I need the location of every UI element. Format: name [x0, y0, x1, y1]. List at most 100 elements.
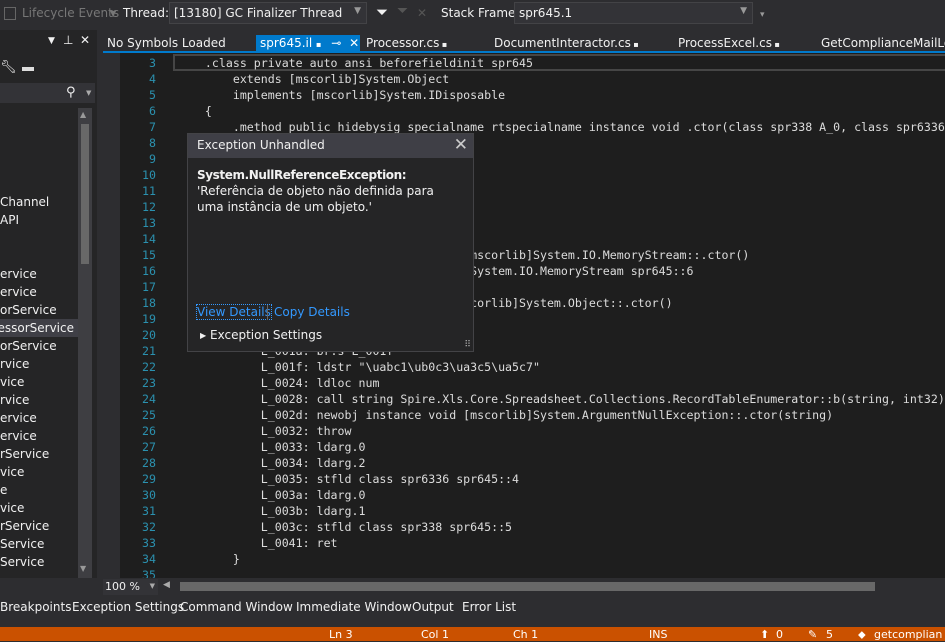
- tree-item[interactable]: orService: [0, 337, 82, 355]
- tree-item[interactable]: vice: [0, 373, 82, 391]
- code-line[interactable]: L_003c: stfld class spr338 spr645::5: [177, 519, 512, 535]
- exception-type: System.NullReferenceException:: [197, 168, 407, 182]
- tree-item[interactable]: Service: [0, 553, 82, 571]
- scroll-left-icon[interactable]: ◀: [163, 580, 170, 590]
- tree-item[interactable]: [0, 229, 82, 247]
- line-number: 34: [142, 552, 156, 566]
- tree-item[interactable]: rService: [0, 517, 82, 535]
- exception-settings-toggle[interactable]: Exception Settings: [210, 328, 322, 342]
- line-number: 12: [142, 200, 156, 214]
- document-tabs: No Symbols Loaded spr645.il ▪ ⊸ ✕ Proces…: [103, 35, 945, 53]
- tab-processexcel-cs[interactable]: ProcessExcel.cs ▪: [674, 35, 780, 52]
- line-number: 6: [149, 104, 156, 118]
- status-bar: Ln 3 Col 1 Ch 1 INS ⬆ 0 ✎ 5 ⬥ getcomplia…: [0, 627, 945, 641]
- wrench-icon[interactable]: 🔧︎: [0, 60, 17, 75]
- tool-tab[interactable]: Breakpoints: [0, 600, 71, 614]
- search-options-icon[interactable]: ▼: [86, 89, 91, 97]
- pin-tab-icon[interactable]: ⊸: [331, 36, 341, 50]
- code-line[interactable]: L_0024: ldloc num: [177, 375, 380, 391]
- code-line[interactable]: L_002d: newobj instance void [mscorlib]S…: [177, 407, 833, 423]
- filter-icon[interactable]: ⏷: [376, 3, 388, 21]
- pin-icon[interactable]: ⊥: [63, 33, 73, 47]
- line-number: 33: [142, 536, 156, 550]
- tab-no-symbols-loaded[interactable]: No Symbols Loaded: [103, 35, 226, 52]
- thread-select[interactable]: [13180] GC Finalizer Thread ▼: [169, 2, 367, 24]
- tree-scrollbar-thumb[interactable]: [81, 124, 89, 264]
- close-popup-icon[interactable]: ✕: [454, 135, 468, 155]
- popup-title: Exception Unhandled: [197, 138, 325, 152]
- tool-tab[interactable]: Exception Settings: [72, 600, 184, 614]
- tab-processor-cs[interactable]: Processor.cs ▪: [362, 35, 447, 52]
- tree-item[interactable]: rvice: [0, 391, 82, 409]
- code-line[interactable]: L_0032: throw: [177, 423, 352, 439]
- tab-spr645-il[interactable]: spr645.il ▪ ⊸ ✕: [256, 35, 360, 52]
- code-line[interactable]: L_0033: ldarg.0: [177, 439, 366, 455]
- line-number: 16: [142, 264, 156, 278]
- copy-details-link[interactable]: Copy Details: [274, 305, 350, 319]
- collapse-icon[interactable]: [22, 67, 34, 71]
- code-line[interactable]: .class private auto ansi beforefieldinit…: [177, 55, 533, 71]
- tab-documentinteractor-cs[interactable]: DocumentInteractor.cs ▪: [490, 35, 639, 52]
- code-line[interactable]: L_0028: call string Spire.Xls.Core.Sprea…: [177, 391, 945, 407]
- toolbar-overflow-icon[interactable]: ▾: [760, 10, 765, 20]
- code-line[interactable]: L_003b: ldarg.1: [177, 503, 366, 519]
- panel-dropdown-icon[interactable]: ▼: [48, 36, 55, 46]
- tree-item[interactable]: ocessorService: [0, 319, 82, 337]
- changes-count[interactable]: 5: [826, 628, 833, 641]
- stack-frame-select[interactable]: spr645.1 ▼: [514, 2, 753, 24]
- tree-item[interactable]: Channel: [0, 193, 82, 211]
- zoom-select[interactable]: 100 % ▼: [103, 579, 158, 595]
- code-line[interactable]: {: [177, 103, 212, 119]
- repo-icon[interactable]: ⬥: [858, 628, 866, 642]
- tree-item[interactable]: rService: [0, 445, 82, 463]
- lifecycle-events-button[interactable]: Lifecycle Events: [22, 6, 119, 20]
- line-number: 3: [149, 56, 156, 70]
- push-icon[interactable]: ⬆: [760, 628, 769, 641]
- search-icon[interactable]: ⚲: [66, 85, 76, 100]
- line-number: 35: [142, 568, 156, 578]
- code-line[interactable]: L_0041: ret: [177, 535, 338, 551]
- tool-tab[interactable]: Error List: [462, 600, 516, 614]
- horizontal-scrollbar-thumb[interactable]: [180, 582, 875, 591]
- line-number: 10: [142, 168, 156, 182]
- lifecycle-dropdown-icon[interactable]: ▼: [110, 9, 116, 18]
- tree-item[interactable]: Service: [0, 535, 82, 553]
- tab-label: Processor.cs: [366, 36, 440, 50]
- tree-item[interactable]: ervice: [0, 427, 82, 445]
- code-line[interactable]: L_003a: ldarg.0: [177, 487, 366, 503]
- code-line[interactable]: L_001f: ldstr "\uabc1\ub0c3\ua3c5\ua5c7": [177, 359, 540, 375]
- repo-name[interactable]: getcomplian: [874, 628, 942, 641]
- code-line[interactable]: L_0035: stfld class spr6336 spr645::4: [177, 471, 519, 487]
- tree-item[interactable]: orService: [0, 301, 82, 319]
- tree-item[interactable]: vice: [0, 499, 82, 517]
- resize-grip-icon[interactable]: ⠿: [464, 340, 471, 350]
- tab-getcompliancemailloader[interactable]: GetComplianceMailLoa: [817, 35, 945, 52]
- code-line[interactable]: }: [177, 551, 240, 567]
- tree-scrollbar[interactable]: ▲ ▼: [78, 108, 92, 578]
- tool-tab[interactable]: Immediate Window: [296, 600, 412, 614]
- code-line[interactable]: implements [mscorlib]System.IDisposable: [177, 87, 505, 103]
- code-line[interactable]: extends [mscorlib]System.Object: [177, 71, 449, 87]
- tree-item[interactable]: ervice: [0, 409, 82, 427]
- view-details-link[interactable]: View Details: [196, 304, 272, 320]
- tree-item[interactable]: API: [0, 211, 82, 229]
- tree-item[interactable]: e: [0, 481, 82, 499]
- push-count[interactable]: 0: [776, 628, 783, 641]
- close-tab-icon[interactable]: ✕: [349, 36, 359, 50]
- scroll-up-icon[interactable]: ▲: [80, 110, 86, 119]
- tool-tab[interactable]: Output: [412, 600, 454, 614]
- tree-item[interactable]: ervice: [0, 265, 82, 283]
- tree-item[interactable]: rvice: [0, 355, 82, 373]
- tree-item[interactable]: ervice: [0, 283, 82, 301]
- tree-item[interactable]: vice: [0, 463, 82, 481]
- line-number: 9: [149, 152, 156, 166]
- pencil-icon[interactable]: ✎: [808, 628, 817, 641]
- expand-icon[interactable]: ▶: [200, 331, 206, 340]
- close-panel-icon[interactable]: ✕: [80, 33, 90, 47]
- tab-label: ProcessExcel.cs: [678, 36, 772, 50]
- scroll-down-icon[interactable]: ▼: [80, 564, 86, 573]
- tree-item[interactable]: [0, 247, 82, 265]
- code-line[interactable]: L_0034: ldarg.2: [177, 455, 366, 471]
- tool-tab[interactable]: Command Window: [180, 600, 293, 614]
- panel-search-input[interactable]: [0, 83, 95, 103]
